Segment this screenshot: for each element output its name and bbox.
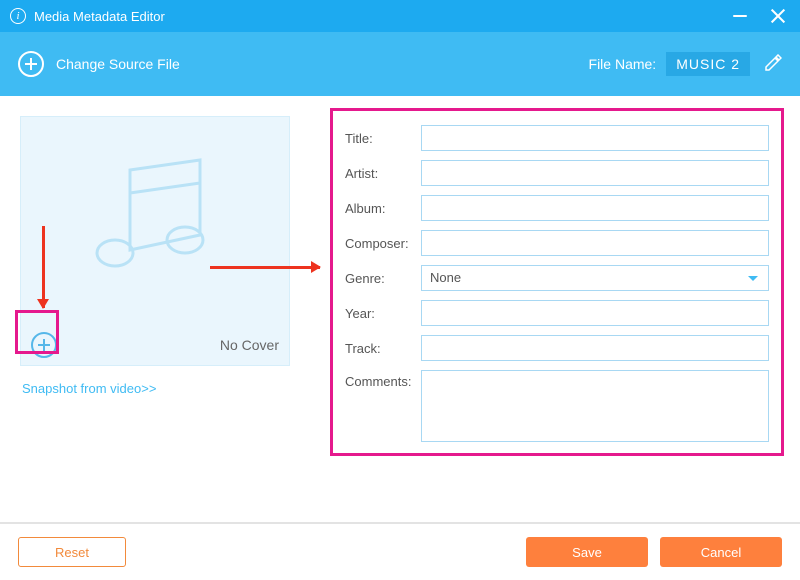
change-source-button[interactable]: Change Source File: [56, 56, 180, 72]
comments-label: Comments:: [345, 370, 421, 389]
track-input[interactable]: [421, 335, 769, 361]
title-input[interactable]: [421, 125, 769, 151]
year-label: Year:: [345, 306, 421, 321]
reset-button[interactable]: Reset: [18, 537, 126, 567]
cover-footer: No Cover: [21, 322, 289, 367]
title-bar: i Media Metadata Editor: [0, 0, 800, 32]
app-title: Media Metadata Editor: [34, 9, 165, 24]
file-name-label: File Name:: [589, 56, 657, 72]
metadata-form: Title: Artist: Album: Composer: Genre: N…: [330, 108, 784, 456]
composer-input[interactable]: [421, 230, 769, 256]
title-label: Title:: [345, 131, 421, 146]
footer: Reset Save Cancel: [0, 522, 800, 580]
plus-icon[interactable]: [18, 51, 44, 77]
artist-label: Artist:: [345, 166, 421, 181]
comments-input[interactable]: [421, 370, 769, 442]
album-input[interactable]: [421, 195, 769, 221]
save-button[interactable]: Save: [526, 537, 648, 567]
toolbar: Change Source File File Name: MUSIC 2: [0, 32, 800, 96]
title-row: Title:: [345, 125, 769, 151]
comments-row: Comments:: [345, 370, 769, 442]
cover-panel: No Cover: [20, 116, 290, 366]
artist-row: Artist:: [345, 160, 769, 186]
file-name-input[interactable]: MUSIC 2: [666, 52, 750, 76]
cancel-button[interactable]: Cancel: [660, 537, 782, 567]
add-cover-button[interactable]: [31, 332, 57, 358]
composer-label: Composer:: [345, 236, 421, 251]
artist-input[interactable]: [421, 160, 769, 186]
album-row: Album:: [345, 195, 769, 221]
edit-filename-icon[interactable]: [764, 54, 782, 75]
annotation-arrow-down: [42, 226, 45, 308]
year-row: Year:: [345, 300, 769, 326]
genre-select[interactable]: None: [421, 265, 769, 291]
annotation-arrow-right: [210, 266, 320, 269]
genre-label: Genre:: [345, 271, 421, 286]
info-icon: i: [10, 8, 26, 24]
track-label: Track:: [345, 341, 421, 356]
snapshot-from-video-link[interactable]: Snapshot from video>>: [22, 381, 156, 396]
album-label: Album:: [345, 201, 421, 216]
genre-row: Genre: None: [345, 265, 769, 291]
music-note-icon: [21, 117, 289, 322]
year-input[interactable]: [421, 300, 769, 326]
close-button[interactable]: [766, 4, 790, 28]
track-row: Track:: [345, 335, 769, 361]
no-cover-label: No Cover: [220, 337, 279, 353]
composer-row: Composer:: [345, 230, 769, 256]
minimize-button[interactable]: [728, 4, 752, 28]
main-area: No Cover Snapshot from video>> Title: Ar…: [0, 96, 800, 522]
